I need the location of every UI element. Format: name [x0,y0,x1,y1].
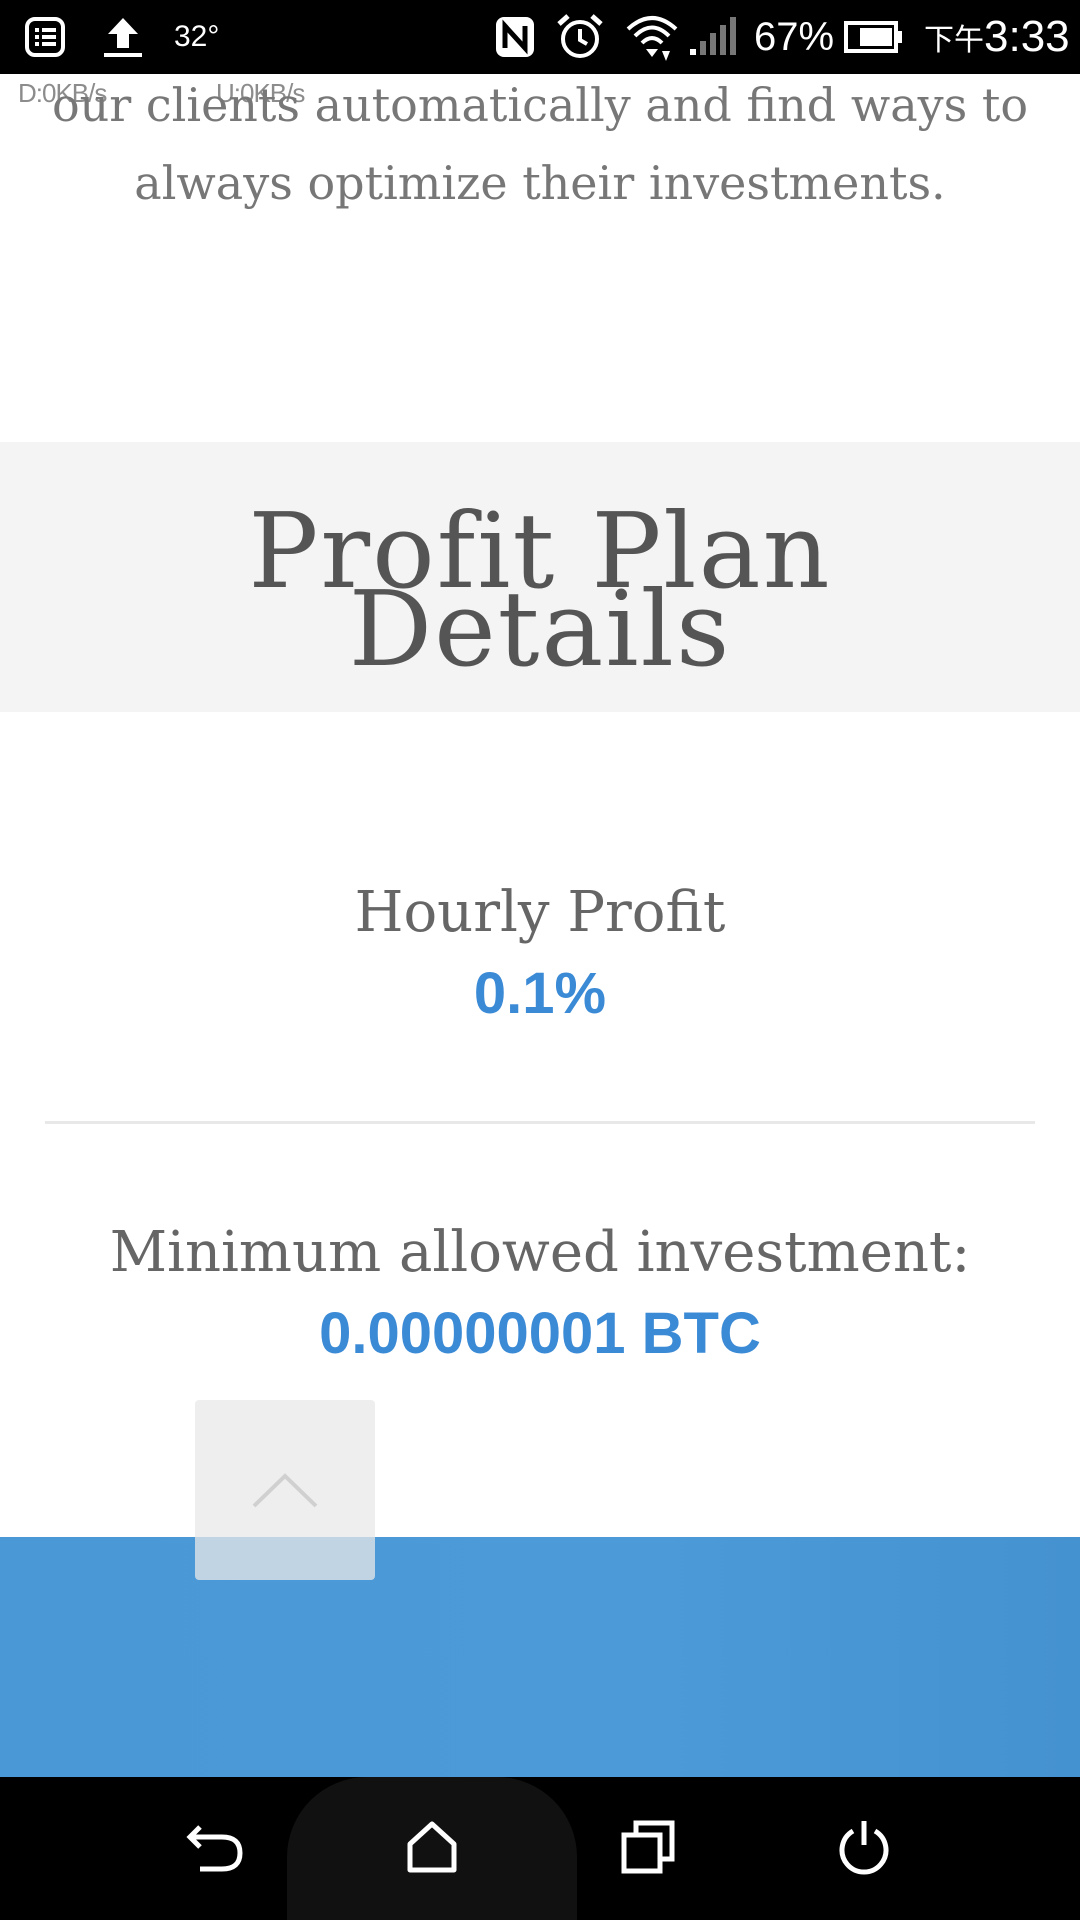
minimum-investment-value: 0.00000001 BTC [319,1301,761,1366]
upload-icon [100,0,146,74]
scroll-to-top-button[interactable] [195,1400,375,1580]
time-prefix: 下午 [924,24,984,57]
power-icon [839,1821,889,1875]
status-bar: 32° 67% 下午 3:33 [0,0,1080,74]
temperature-text: 32° [174,20,220,53]
home-icon [407,1821,457,1873]
back-icon [186,1825,243,1872]
upload-speed: U:0KB/s [216,78,305,108]
intro-paragraph: our clients automatically and find ways … [0,66,1080,222]
intro-line-1: our clients automatically and find ways … [51,78,1029,132]
plan-title-line-2: Details [348,568,732,690]
navigation-bar [0,1777,1080,1920]
recents-icon [621,1820,675,1874]
notification-list-icon [24,0,66,74]
divider [45,1121,1035,1124]
minimum-investment-label: Minimum allowed investment: [109,1220,971,1285]
signal-icon [688,0,736,74]
chevron-up-icon [252,1473,318,1508]
power-button[interactable] [814,1797,914,1897]
back-button[interactable] [166,1797,266,1897]
battery-icon [844,0,904,74]
download-speed: D:0KB/s [18,78,107,108]
battery-percent-text: 67% [754,14,835,59]
nfc-icon [494,0,536,74]
hourly-profit-label: Hourly Profit [354,880,726,945]
intro-line-2: always optimize their investments. [134,156,946,210]
plan-title: Profit Plan Details [0,499,1080,690]
footer-banner [0,1537,1080,1777]
clock: 下午 3:33 [924,0,1070,74]
home-button[interactable] [382,1797,482,1897]
time-text: 3:33 [984,12,1070,61]
wifi-icon [624,0,680,74]
hourly-profit-value: 0.1% [473,961,607,1026]
alarm-icon [555,0,605,74]
recents-button[interactable] [598,1797,698,1897]
